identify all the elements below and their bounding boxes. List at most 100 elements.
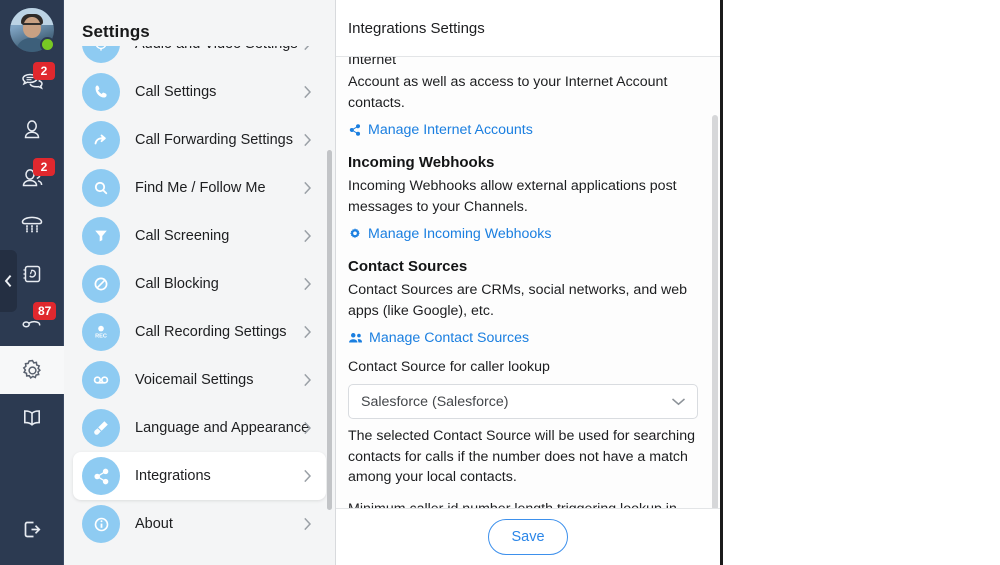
page-title: Integrations Settings bbox=[348, 19, 485, 37]
screen-root: 2 2 87 Settings Call Settings Call Forwa… bbox=[0, 0, 1000, 565]
record-icon: REC bbox=[82, 313, 120, 351]
chevron-right-icon bbox=[303, 277, 312, 291]
rail-item-logout[interactable] bbox=[0, 505, 64, 553]
contact-source-select-value: Salesforce (Salesforce) bbox=[361, 393, 509, 410]
presence-online-indicator bbox=[39, 37, 55, 52]
manage-incoming-webhooks-link[interactable]: Manage Incoming Webhooks bbox=[348, 226, 698, 242]
voicemail-icon bbox=[82, 361, 120, 399]
block-icon bbox=[82, 265, 120, 303]
chevron-right-icon bbox=[303, 469, 312, 483]
sidebar-item-label: Integrations bbox=[135, 468, 211, 484]
caller-lookup-helper-text: The selected Contact Source will be used… bbox=[348, 428, 695, 485]
manage-contact-sources-label: Manage Contact Sources bbox=[369, 330, 530, 346]
primary-nav-rail: 2 2 87 bbox=[0, 0, 64, 565]
rail-item-settings[interactable] bbox=[0, 346, 64, 394]
forward-arrow-icon bbox=[82, 121, 120, 159]
settings-sidebar-scrollbar[interactable] bbox=[327, 150, 332, 510]
logout-icon bbox=[19, 516, 46, 543]
microphone-icon bbox=[82, 46, 120, 63]
manage-contact-sources-link[interactable]: Manage Contact Sources bbox=[348, 330, 698, 346]
chevron-down-icon bbox=[671, 397, 686, 407]
rail-bottom bbox=[0, 505, 63, 565]
magnifier-icon bbox=[82, 169, 120, 207]
settings-item-list[interactable]: Audio and Video Settings Call Settings bbox=[64, 46, 335, 565]
sidebar-item-call-forwarding-settings[interactable]: Call Forwarding Settings bbox=[73, 116, 326, 164]
info-icon bbox=[82, 505, 120, 543]
book-icon bbox=[18, 404, 46, 432]
share-nodes-icon bbox=[82, 457, 120, 495]
rail-item-teams[interactable]: 2 bbox=[0, 154, 64, 202]
phonebook-icon bbox=[19, 261, 45, 287]
application-window: 2 2 87 Settings Call Settings Call Forwa… bbox=[0, 0, 723, 565]
sidebar-item-label: Find Me / Follow Me bbox=[135, 180, 266, 196]
incoming-webhooks-heading: Incoming Webhooks bbox=[348, 154, 495, 171]
sidebar-item-integrations[interactable]: Integrations bbox=[73, 452, 326, 500]
manage-internet-accounts-link[interactable]: Manage Internet Accounts bbox=[348, 122, 698, 138]
rail-item-directory[interactable] bbox=[0, 394, 64, 442]
incoming-webhooks-paragraph: Incoming Webhooks allow external applica… bbox=[348, 178, 677, 215]
main-scroll-area[interactable]: Thirdlane Connect account to enable sign… bbox=[336, 57, 720, 508]
chevron-right-icon bbox=[303, 229, 312, 243]
internet-accounts-clipped-line: Thirdlane Connect account to enable sign… bbox=[348, 57, 397, 68]
rail-badge-chats: 2 bbox=[33, 62, 55, 80]
main-content-scrollbar[interactable] bbox=[712, 115, 718, 508]
rail-badge-teams: 2 bbox=[33, 158, 55, 176]
people-icon bbox=[348, 331, 363, 345]
dialpad-icon bbox=[18, 212, 46, 240]
rail-item-dialpad[interactable] bbox=[0, 202, 64, 250]
chevron-right-icon bbox=[303, 373, 312, 387]
rail-item-chats[interactable]: 2 bbox=[0, 58, 64, 106]
contact-person-icon bbox=[19, 117, 45, 143]
main-content: Integrations Settings Thirdlane Connect … bbox=[336, 0, 720, 565]
main-header: Integrations Settings bbox=[336, 0, 720, 57]
rail-badge-call-history: 87 bbox=[33, 302, 57, 320]
contact-sources-paragraph: Contact Sources are CRMs, social network… bbox=[348, 282, 688, 319]
settings-sections: Thirdlane Connect account to enable sign… bbox=[336, 57, 720, 508]
internet-accounts-paragraph: Account as well as access to your Intern… bbox=[348, 74, 668, 111]
paintbrush-icon bbox=[82, 409, 120, 447]
sidebar-item-call-screening[interactable]: Call Screening bbox=[73, 212, 326, 260]
settings-sidebar-header: Settings bbox=[64, 0, 335, 46]
chevron-right-icon bbox=[303, 421, 312, 435]
sidebar-item-label: Call Recording Settings bbox=[135, 324, 287, 340]
chevron-right-icon bbox=[303, 325, 312, 339]
sidebar-item-label: Audio and Video Settings bbox=[135, 46, 298, 52]
sidebar-item-call-settings[interactable]: Call Settings bbox=[73, 68, 326, 116]
chevron-right-icon bbox=[303, 46, 312, 51]
rail-item-contacts[interactable] bbox=[0, 106, 64, 154]
chevron-right-icon bbox=[303, 133, 312, 147]
contact-source-select[interactable]: Salesforce (Salesforce) bbox=[348, 384, 698, 419]
sidebar-item-audio-and-video-settings[interactable]: Audio and Video Settings bbox=[73, 46, 326, 68]
share-nodes-icon bbox=[348, 123, 362, 137]
gear-icon bbox=[19, 357, 46, 384]
settings-sidebar: Settings Audio and Video Settings bbox=[64, 0, 336, 565]
chevron-right-icon bbox=[303, 517, 312, 531]
sidebar-item-call-recording-settings[interactable]: REC Call Recording Settings bbox=[73, 308, 326, 356]
contact-sources-heading: Contact Sources bbox=[348, 258, 468, 275]
sidebar-item-label: Call Forwarding Settings bbox=[135, 132, 293, 148]
sidebar-item-call-blocking[interactable]: Call Blocking bbox=[73, 260, 326, 308]
sidebar-item-label: Call Blocking bbox=[135, 276, 219, 292]
sidebar-item-label: Language and Appearance bbox=[135, 420, 310, 436]
main-footer: Save bbox=[336, 508, 720, 565]
collapse-panel-button[interactable] bbox=[0, 250, 17, 312]
caller-lookup-label: Contact Source for caller lookup bbox=[348, 359, 550, 375]
min-caller-id-length-label: Minimum caller id number length triggeri… bbox=[348, 499, 698, 509]
avatar[interactable] bbox=[9, 8, 55, 52]
sidebar-item-label: Call Screening bbox=[135, 228, 230, 244]
chevron-right-icon bbox=[303, 85, 312, 99]
manage-incoming-webhooks-label: Manage Incoming Webhooks bbox=[368, 226, 552, 242]
sidebar-item-find-me-follow-me[interactable]: Find Me / Follow Me bbox=[73, 164, 326, 212]
gear-icon bbox=[348, 227, 362, 241]
save-button[interactable]: Save bbox=[488, 519, 568, 555]
settings-title: Settings bbox=[82, 22, 150, 41]
sidebar-item-about[interactable]: About bbox=[73, 500, 326, 548]
sidebar-item-label: Call Settings bbox=[135, 84, 217, 100]
sidebar-item-voicemail-settings[interactable]: Voicemail Settings bbox=[73, 356, 326, 404]
funnel-icon bbox=[82, 217, 120, 255]
sidebar-item-label: About bbox=[135, 516, 173, 532]
manage-internet-accounts-label: Manage Internet Accounts bbox=[368, 122, 533, 138]
svg-text:REC: REC bbox=[95, 333, 107, 339]
phone-icon bbox=[82, 73, 120, 111]
sidebar-item-language-and-appearance[interactable]: Language and Appearance bbox=[73, 404, 326, 452]
